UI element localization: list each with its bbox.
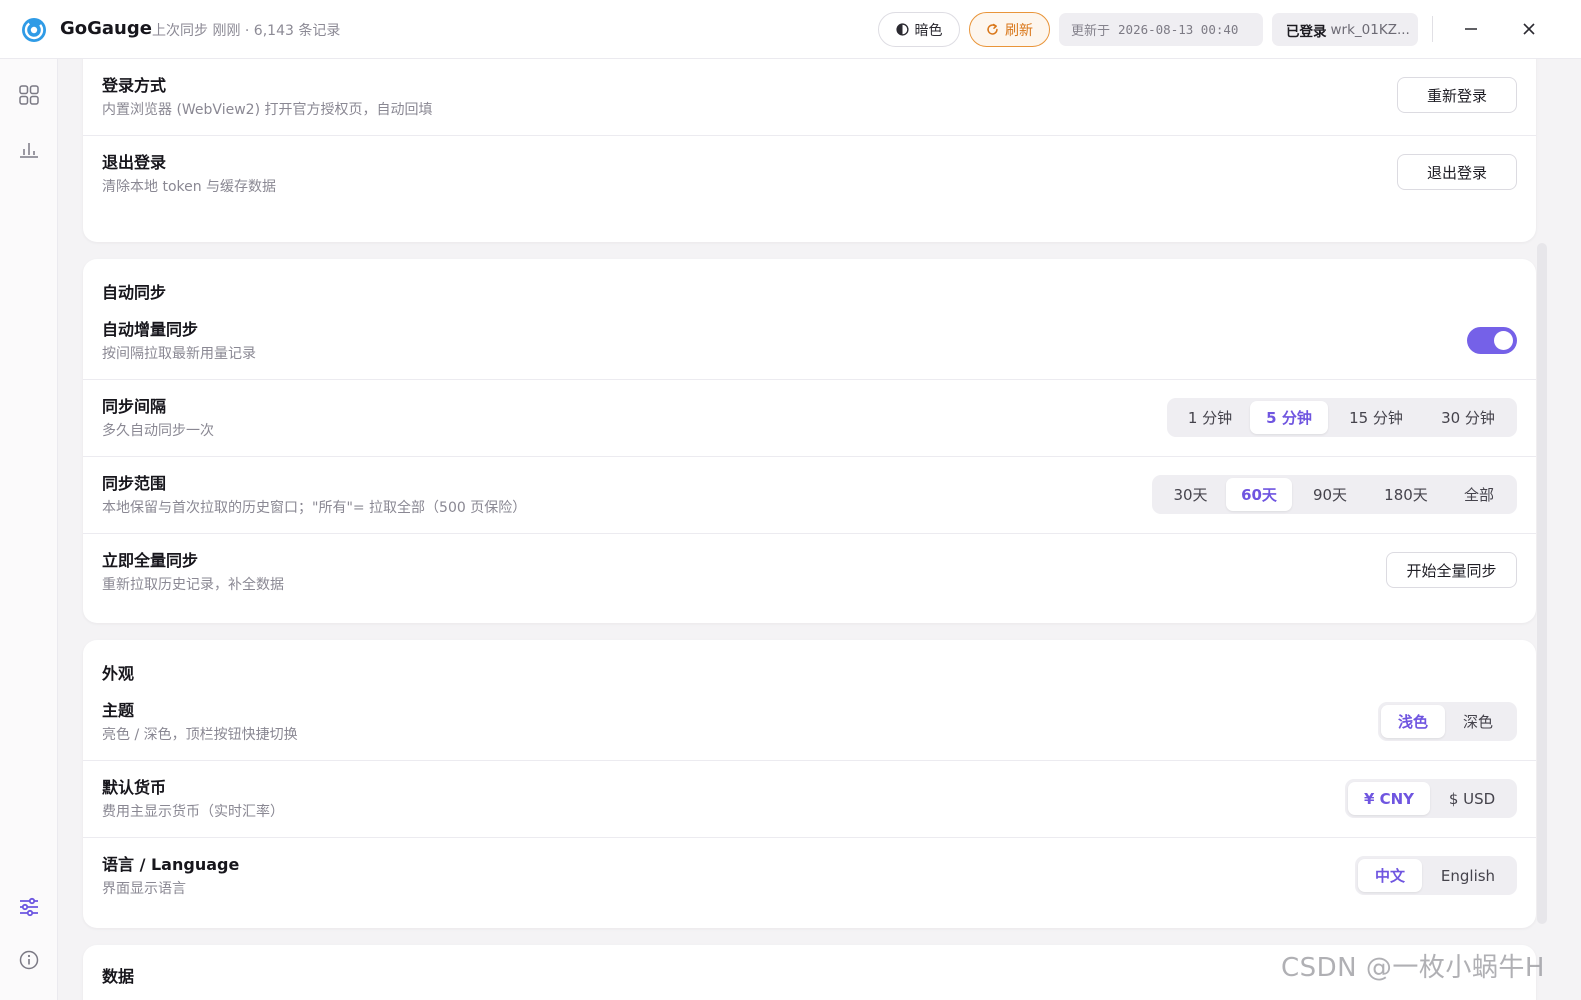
row-desc: 本地保留与首次拉取的历史窗口；"所有"= 拉取全部（500 页保险） bbox=[102, 500, 527, 516]
scrollbar[interactable] bbox=[1537, 243, 1547, 924]
updated-label: 更新于 bbox=[1071, 24, 1111, 39]
row-desc: 界面显示语言 bbox=[102, 881, 186, 897]
row-title: 同步范围 bbox=[102, 474, 167, 493]
row-title: 退出登录 bbox=[102, 153, 167, 172]
row-desc: 清除本地 token 与缓存数据 bbox=[102, 179, 277, 195]
login-status-badge[interactable]: 已登录 wrk_01KZ... bbox=[1272, 13, 1418, 46]
language-option-en[interactable]: English bbox=[1422, 859, 1514, 892]
row-theme: 主题 亮色 / 深色，顶栏按钮快捷切换 浅色 深色 bbox=[83, 684, 1536, 761]
sync-status: 上次同步 刚刚 · 6,143 条记录 bbox=[152, 23, 341, 39]
theme-segmented-control: 浅色 深色 bbox=[1378, 702, 1517, 741]
account-card: 登录方式 内置浏览器 (WebView2) 打开官方授权页，自动回填 重新登录 … bbox=[83, 59, 1536, 242]
sidebar-item-stats[interactable] bbox=[17, 137, 41, 161]
row-title: 立即全量同步 bbox=[102, 551, 199, 570]
row-auto-sync: 自动增量同步 按间隔拉取最新用量记录 bbox=[83, 303, 1536, 380]
logout-button[interactable]: 退出登录 bbox=[1397, 154, 1517, 190]
sliders-icon bbox=[20, 897, 38, 917]
row-language: 语言 / Language 界面显示语言 中文 English bbox=[83, 838, 1536, 915]
range-option-all[interactable]: 全部 bbox=[1444, 478, 1514, 511]
row-full-sync: 立即全量同步 重新拉取历史记录，补全数据 开始全量同步 bbox=[83, 534, 1536, 611]
row-title: 自动增量同步 bbox=[102, 320, 199, 339]
login-account: wrk_01KZ... bbox=[1330, 21, 1410, 38]
row-title: 登录方式 bbox=[102, 76, 167, 95]
relogin-button[interactable]: 重新登录 bbox=[1397, 77, 1517, 113]
row-currency: 默认货币 费用主显示货币（实时汇率） ¥ CNY $ USD bbox=[83, 761, 1536, 838]
refresh-icon bbox=[986, 23, 999, 36]
row-sync-range: 同步范围 本地保留与首次拉取的历史窗口；"所有"= 拉取全部（500 页保险） … bbox=[83, 457, 1536, 534]
auto-sync-toggle[interactable] bbox=[1467, 327, 1517, 354]
row-title: 默认货币 bbox=[102, 778, 167, 797]
row-desc: 内置浏览器 (WebView2) 打开官方授权页，自动回填 bbox=[102, 102, 433, 118]
app-window: GoGauge 上次同步 刚刚 · 6,143 条记录 暗色 刷新 更新于 20… bbox=[0, 0, 1581, 1000]
card-title: 自动同步 bbox=[102, 283, 167, 302]
row-desc: 多久自动同步一次 bbox=[102, 423, 214, 439]
close-icon bbox=[1523, 23, 1535, 35]
interval-option-1min[interactable]: 1 分钟 bbox=[1170, 401, 1250, 434]
app-logo-icon bbox=[22, 18, 46, 42]
full-sync-button[interactable]: 开始全量同步 bbox=[1386, 552, 1517, 588]
bar-chart-icon bbox=[20, 143, 38, 158]
language-option-zh[interactable]: 中文 bbox=[1358, 859, 1422, 892]
row-title: 主题 bbox=[102, 701, 135, 720]
toggle-knob bbox=[1494, 331, 1513, 350]
minimize-button[interactable] bbox=[1458, 16, 1484, 42]
sidebar bbox=[0, 59, 58, 1000]
card-title: 数据 bbox=[102, 967, 135, 986]
currency-option-usd[interactable]: $ USD bbox=[1430, 782, 1514, 815]
card-title: 外观 bbox=[102, 664, 135, 683]
interval-segmented-control: 1 分钟 5 分钟 15 分钟 30 分钟 bbox=[1167, 398, 1517, 437]
theme-option-light[interactable]: 浅色 bbox=[1381, 705, 1445, 738]
sync-card: 自动同步 自动增量同步 按间隔拉取最新用量记录 同步间隔 多久自动同步一次 1 … bbox=[83, 259, 1536, 623]
range-segmented-control: 30天 60天 90天 180天 全部 bbox=[1152, 475, 1517, 514]
close-button[interactable] bbox=[1516, 16, 1542, 42]
watermark: CSDN @一枚小蜗牛H bbox=[1281, 953, 1545, 983]
updated-time: 2026-08-13 00:40 bbox=[1118, 22, 1239, 37]
row-login-method: 登录方式 内置浏览器 (WebView2) 打开官方授权页，自动回填 重新登录 bbox=[83, 59, 1536, 136]
sidebar-item-dashboard[interactable] bbox=[17, 83, 41, 107]
row-desc: 按间隔拉取最新用量记录 bbox=[102, 346, 256, 362]
theme-option-dark[interactable]: 深色 bbox=[1445, 705, 1511, 738]
row-sync-interval: 同步间隔 多久自动同步一次 1 分钟 5 分钟 15 分钟 30 分钟 bbox=[83, 380, 1536, 457]
interval-option-15min[interactable]: 15 分钟 bbox=[1328, 401, 1424, 434]
range-option-30d[interactable]: 30天 bbox=[1155, 478, 1226, 511]
login-label: 已登录 bbox=[1286, 23, 1327, 40]
info-icon bbox=[19, 950, 39, 970]
interval-option-5min[interactable]: 5 分钟 bbox=[1250, 401, 1328, 434]
title-bar: GoGauge 上次同步 刚刚 · 6,143 条记录 暗色 刷新 更新于 20… bbox=[0, 0, 1581, 59]
sidebar-item-settings[interactable] bbox=[17, 895, 41, 919]
refresh-label: 刷新 bbox=[1005, 22, 1033, 39]
range-option-180d[interactable]: 180天 bbox=[1368, 478, 1444, 511]
row-desc: 重新拉取历史记录，补全数据 bbox=[102, 577, 284, 593]
interval-option-30min[interactable]: 30 分钟 bbox=[1424, 401, 1512, 434]
app-name: GoGauge bbox=[60, 18, 152, 39]
sidebar-item-about[interactable] bbox=[17, 948, 41, 972]
row-desc: 亮色 / 深色，顶栏按钮快捷切换 bbox=[102, 727, 298, 743]
row-title: 同步间隔 bbox=[102, 397, 167, 416]
settings-content[interactable]: 登录方式 内置浏览器 (WebView2) 打开官方授权页，自动回填 重新登录 … bbox=[58, 59, 1581, 1000]
theme-toggle-label: 暗色 bbox=[914, 22, 943, 39]
range-option-90d[interactable]: 90天 bbox=[1292, 478, 1368, 511]
theme-toggle-button[interactable]: 暗色 bbox=[878, 12, 960, 47]
language-segmented-control: 中文 English bbox=[1355, 856, 1517, 895]
updated-badge: 更新于 2026-08-13 00:40 bbox=[1059, 13, 1263, 46]
row-logout: 退出登录 清除本地 token 与缓存数据 退出登录 bbox=[83, 136, 1536, 213]
currency-segmented-control: ¥ CNY $ USD bbox=[1345, 779, 1517, 818]
grid-icon bbox=[19, 85, 39, 105]
minimize-icon bbox=[1465, 28, 1477, 30]
row-desc: 费用主显示货币（实时汇率） bbox=[102, 804, 284, 820]
titlebar-divider bbox=[1432, 16, 1433, 42]
appearance-card: 外观 主题 亮色 / 深色，顶栏按钮快捷切换 浅色 深色 默认货币 费用主显示货… bbox=[83, 640, 1536, 928]
currency-option-cny[interactable]: ¥ CNY bbox=[1348, 782, 1430, 815]
refresh-button[interactable]: 刷新 bbox=[969, 12, 1050, 47]
range-option-60d[interactable]: 60天 bbox=[1226, 478, 1292, 511]
row-title: 语言 / Language bbox=[102, 855, 240, 874]
half-moon-icon bbox=[895, 23, 909, 36]
